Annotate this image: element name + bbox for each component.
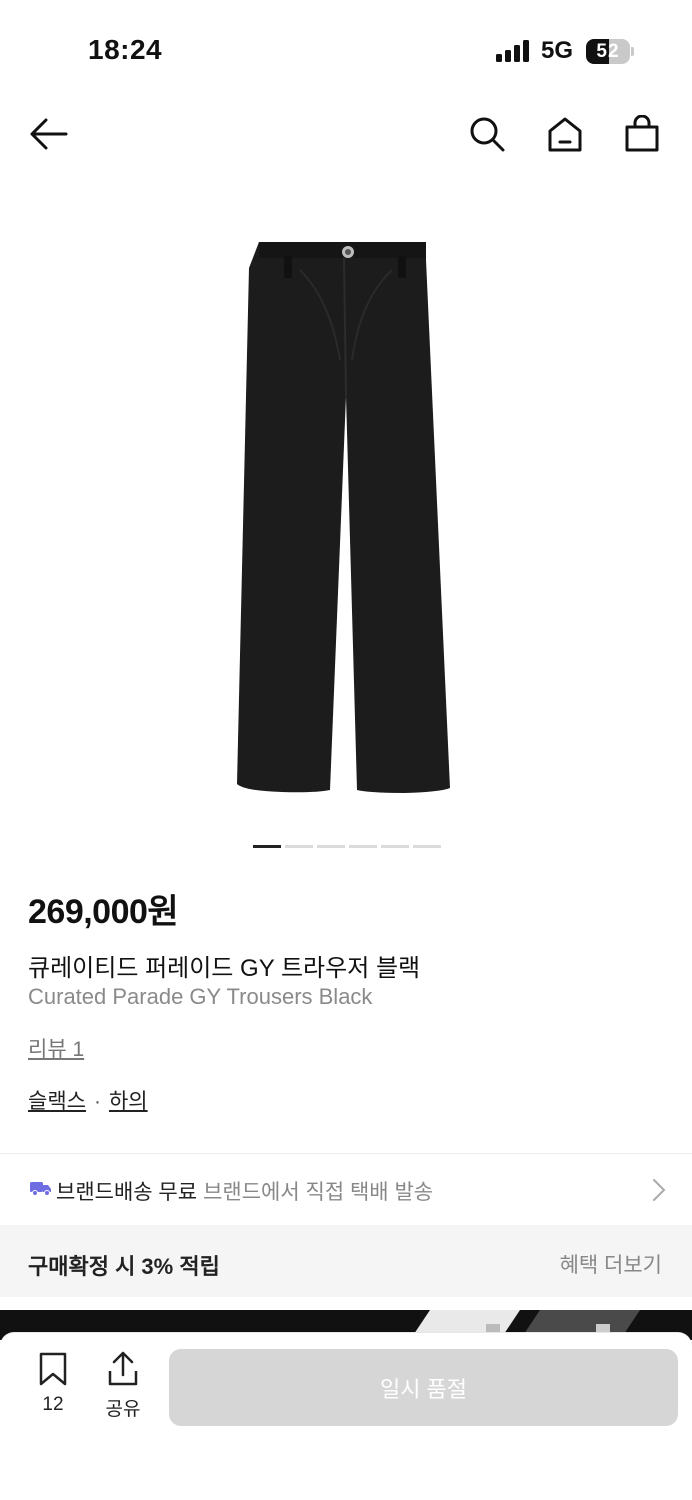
battery-icon: 52	[586, 39, 634, 64]
pager-dot	[253, 845, 281, 848]
share-label: 공유	[105, 1399, 141, 1420]
search-icon	[470, 117, 505, 152]
product-price: 269,000원	[28, 893, 179, 931]
back-button[interactable]	[26, 112, 70, 156]
home-button[interactable]	[543, 112, 587, 156]
bookmark-icon	[39, 1352, 67, 1386]
chevron-right-icon	[653, 1179, 666, 1201]
image-pager	[253, 845, 441, 848]
points-label: 구매확정 시 3% 적립	[28, 1254, 220, 1279]
cellular-signal-icon	[496, 40, 529, 62]
bookmark-button[interactable]: 12	[25, 1351, 81, 1416]
share-button[interactable]: 공유	[95, 1351, 151, 1421]
pager-dot	[349, 845, 377, 848]
cart-button[interactable]	[620, 112, 664, 156]
battery-level: 52	[596, 41, 620, 62]
shipping-title: 브랜드배송 무료	[56, 1181, 198, 1204]
search-button[interactable]	[465, 112, 509, 156]
buy-button-soldout[interactable]: 일시 품절	[169, 1349, 678, 1426]
shopping-bag-icon	[625, 115, 659, 152]
pager-dot	[317, 845, 345, 848]
status-bar: 18:24 5G 52	[0, 0, 692, 100]
shipping-info-row[interactable]: 브랜드배송 무료 브랜드에서 직접 택배 발송	[0, 1154, 692, 1224]
points-benefit-row: 구매확정 시 3% 적립 혜택 더보기	[0, 1225, 692, 1297]
category-separator: ·	[93, 1090, 101, 1113]
shipping-detail: 브랜드에서 직접 택배 발송	[203, 1181, 434, 1204]
category-breadcrumb: 슬랙스 · 하의	[28, 1085, 148, 1115]
product-name-english: Curated Parade GY Trousers Black	[28, 984, 373, 1009]
truck-icon	[30, 1182, 51, 1196]
home-icon	[548, 117, 582, 152]
product-name-korean: 큐레이티드 퍼레이드 GY 트라우저 블랙	[28, 955, 421, 982]
pager-dot	[285, 845, 313, 848]
pager-dot	[413, 845, 441, 848]
trousers-image	[237, 242, 450, 793]
product-image[interactable]	[0, 170, 692, 830]
pager-dot	[381, 845, 409, 848]
top-navbar	[0, 100, 692, 170]
bottom-action-bar: 12 공유 일시 품절	[0, 1333, 692, 1500]
category-link-slacks[interactable]: 슬랙스	[28, 1090, 86, 1113]
status-time: 18:24	[88, 34, 163, 65]
back-arrow-icon	[30, 118, 68, 150]
bookmark-count: 12	[42, 1394, 64, 1415]
network-type: 5G	[541, 37, 574, 64]
category-link-bottoms[interactable]: 하의	[109, 1090, 148, 1113]
review-link[interactable]: 리뷰 1	[28, 1033, 84, 1063]
benefits-more-link[interactable]: 혜택 더보기	[560, 1249, 662, 1279]
share-icon	[108, 1351, 138, 1386]
